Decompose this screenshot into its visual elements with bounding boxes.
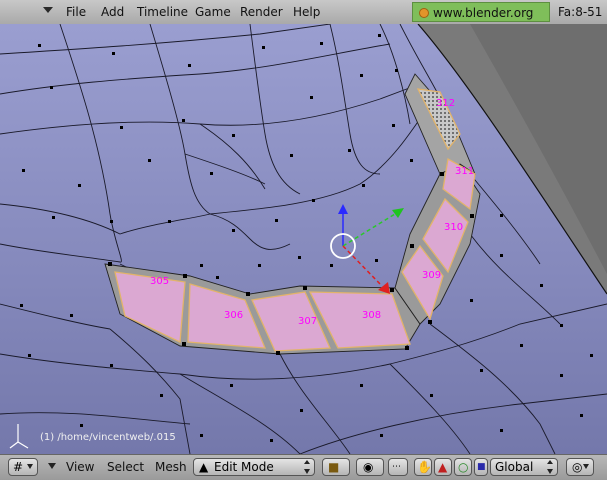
snap-button[interactable]: ◎	[566, 458, 594, 476]
triangle-icon: ▲	[438, 460, 448, 474]
face-number: 309	[422, 270, 441, 281]
face-number: 308	[362, 310, 381, 321]
pivot-icon: ◉	[363, 460, 374, 474]
top-header: File Add Timeline Game Render Help www.b…	[0, 0, 607, 40]
mesh-mode-icon: ▲	[199, 460, 209, 474]
object-path-label: (1) /home/vincentweb/.015	[40, 432, 176, 443]
face-number: 310	[444, 222, 463, 233]
blender-logo-icon	[419, 8, 429, 18]
mode-select[interactable]: ▲ Edit Mode	[193, 458, 315, 476]
mesh-view[interactable]: 305 306 307 308 309 310 311 312	[0, 24, 607, 454]
blender-site-badge[interactable]: www.blender.org 249	[412, 2, 550, 40]
face-number: 312	[436, 98, 455, 109]
extra-options-button[interactable]: ⋯	[388, 458, 408, 476]
collapse-arrow-icon[interactable]	[48, 463, 56, 469]
menu-file[interactable]: File	[66, 0, 86, 24]
editor-type-button[interactable]: #	[8, 458, 38, 476]
scale-manipulator-button[interactable]: ■	[474, 458, 488, 476]
translate-manipulator-button[interactable]: ▲	[434, 458, 452, 476]
orientation-select[interactable]: Global	[490, 458, 558, 476]
draw-type-button[interactable]: ■	[322, 458, 350, 476]
face-number: 306	[224, 310, 243, 321]
menu-timeline[interactable]: Timeline	[137, 0, 188, 24]
menu-select[interactable]: Select	[107, 455, 144, 480]
chevron-down-icon	[304, 469, 310, 474]
3d-viewport[interactable]: 305 306 307 308 309 310 311 312 (1) /hom…	[0, 24, 607, 454]
target-icon: ◎	[572, 460, 583, 474]
menu-render[interactable]: Render	[240, 0, 283, 24]
chevron-down-icon	[547, 469, 553, 474]
menu-mesh[interactable]: Mesh	[155, 455, 187, 480]
hand-manipulator-button[interactable]: ✋	[414, 458, 432, 476]
grid-icon: #	[13, 460, 24, 474]
chevron-down-icon	[583, 464, 589, 469]
cube-icon: ■	[328, 460, 340, 474]
mode-value: Edit Mode	[214, 460, 274, 474]
chevron-down-icon	[27, 464, 33, 469]
menu-view[interactable]: View	[66, 455, 94, 480]
chevron-up-icon	[547, 460, 553, 464]
square-icon: ■	[477, 462, 486, 472]
pivot-button[interactable]: ◉	[356, 458, 384, 476]
face-stats: Fa:8-51	[558, 5, 603, 19]
menu-help[interactable]: Help	[293, 0, 320, 24]
circle-icon: ○	[458, 460, 469, 474]
bottom-header: # View Select Mesh ▲ Edit Mode ■ ◉ ⋯ ✋ ▲…	[0, 454, 607, 480]
hand-icon: ✋	[417, 460, 432, 474]
face-number: 305	[150, 276, 169, 287]
orientation-value: Global	[495, 460, 534, 474]
collapse-arrow-icon[interactable]	[43, 7, 53, 13]
face-number: 311	[455, 166, 474, 177]
rotate-manipulator-button[interactable]: ○	[454, 458, 472, 476]
menu-game[interactable]: Game	[195, 0, 231, 24]
face-number: 307	[298, 316, 317, 327]
menu-add[interactable]: Add	[101, 0, 124, 24]
dots-icon: ⋯	[392, 462, 401, 472]
chevron-up-icon	[304, 460, 310, 464]
